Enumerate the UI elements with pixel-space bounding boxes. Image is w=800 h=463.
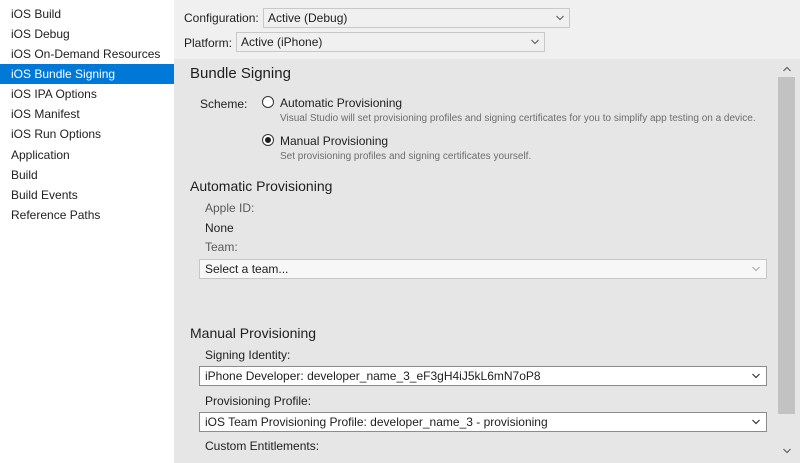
scroll-up-arrow-icon[interactable] [781, 63, 793, 75]
team-placeholder: Select a team... [205, 262, 289, 276]
sidebar-item-build-events[interactable]: Build Events [0, 185, 174, 205]
sidebar-item-ios-manifest[interactable]: iOS Manifest [0, 104, 174, 124]
sidebar-item-ios-build[interactable]: iOS Build [0, 4, 174, 24]
manual-provisioning-section-title: Manual Provisioning [190, 325, 317, 341]
sidebar-item-reference-paths[interactable]: Reference Paths [0, 205, 174, 225]
scrollbar-thumb[interactable] [778, 77, 795, 414]
team-dropdown: Select a team... [199, 259, 767, 279]
provisioning-profile-dropdown[interactable]: iOS Team Provisioning Profile: developer… [199, 412, 767, 432]
bundle-signing-title: Bundle Signing [190, 65, 291, 82]
apple-id-label: Apple ID: [205, 201, 255, 215]
sidebar-item-ios-ipa-options[interactable]: iOS IPA Options [0, 84, 174, 104]
vertical-scrollbar[interactable] [775, 59, 800, 463]
sidebar-item-build[interactable]: Build [0, 165, 174, 185]
team-label: Team: [205, 240, 238, 254]
configuration-dropdown[interactable]: Active (Debug) [263, 8, 570, 28]
sidebar-item-ios-debug[interactable]: iOS Debug [0, 24, 174, 44]
sidebar-item-ios-on-demand-resources[interactable]: iOS On-Demand Resources [0, 44, 174, 64]
signing-identity-dropdown[interactable]: iPhone Developer: developer_name_3_eF3gH… [199, 366, 767, 386]
platform-dropdown[interactable]: Active (iPhone) [236, 32, 545, 52]
platform-value: Active (iPhone) [241, 35, 323, 49]
chevron-down-icon [752, 419, 760, 425]
chevron-down-icon [752, 373, 760, 379]
signing-identity-value: iPhone Developer: developer_name_3_eF3gH… [205, 369, 541, 383]
scheme-label: Scheme: [200, 97, 248, 111]
signing-identity-label: Signing Identity: [205, 348, 291, 362]
scroll-down-arrow-icon[interactable] [781, 445, 793, 457]
automatic-provisioning-radio[interactable] [262, 96, 274, 108]
chevron-down-icon [752, 266, 760, 272]
provisioning-profile-value: iOS Team Provisioning Profile: developer… [205, 415, 548, 429]
platform-label: Platform: [184, 36, 233, 50]
chevron-down-icon [556, 15, 564, 21]
sidebar-item-ios-run-options[interactable]: iOS Run Options [0, 124, 174, 144]
chevron-down-icon [531, 39, 539, 45]
automatic-provisioning-section-title: Automatic Provisioning [190, 178, 333, 194]
manual-provisioning-radio[interactable] [262, 134, 274, 146]
configuration-value: Active (Debug) [268, 11, 348, 25]
manual-provisioning-label[interactable]: Manual Provisioning [280, 134, 388, 148]
manual-provisioning-description: Set provisioning profiles and signing ce… [280, 151, 532, 162]
apple-id-value: None [205, 221, 234, 235]
sidebar-item-application[interactable]: Application [0, 145, 174, 165]
custom-entitlements-label: Custom Entitlements: [205, 439, 320, 453]
provisioning-profile-label: Provisioning Profile: [205, 394, 312, 408]
configuration-label: Configuration: [184, 11, 259, 25]
automatic-provisioning-description: Visual Studio will set provisioning prof… [280, 113, 756, 124]
project-settings-sidebar: iOS Build iOS Debug iOS On-Demand Resour… [0, 0, 174, 463]
automatic-provisioning-label[interactable]: Automatic Provisioning [280, 96, 402, 110]
sidebar-item-ios-bundle-signing[interactable]: iOS Bundle Signing [0, 64, 174, 84]
